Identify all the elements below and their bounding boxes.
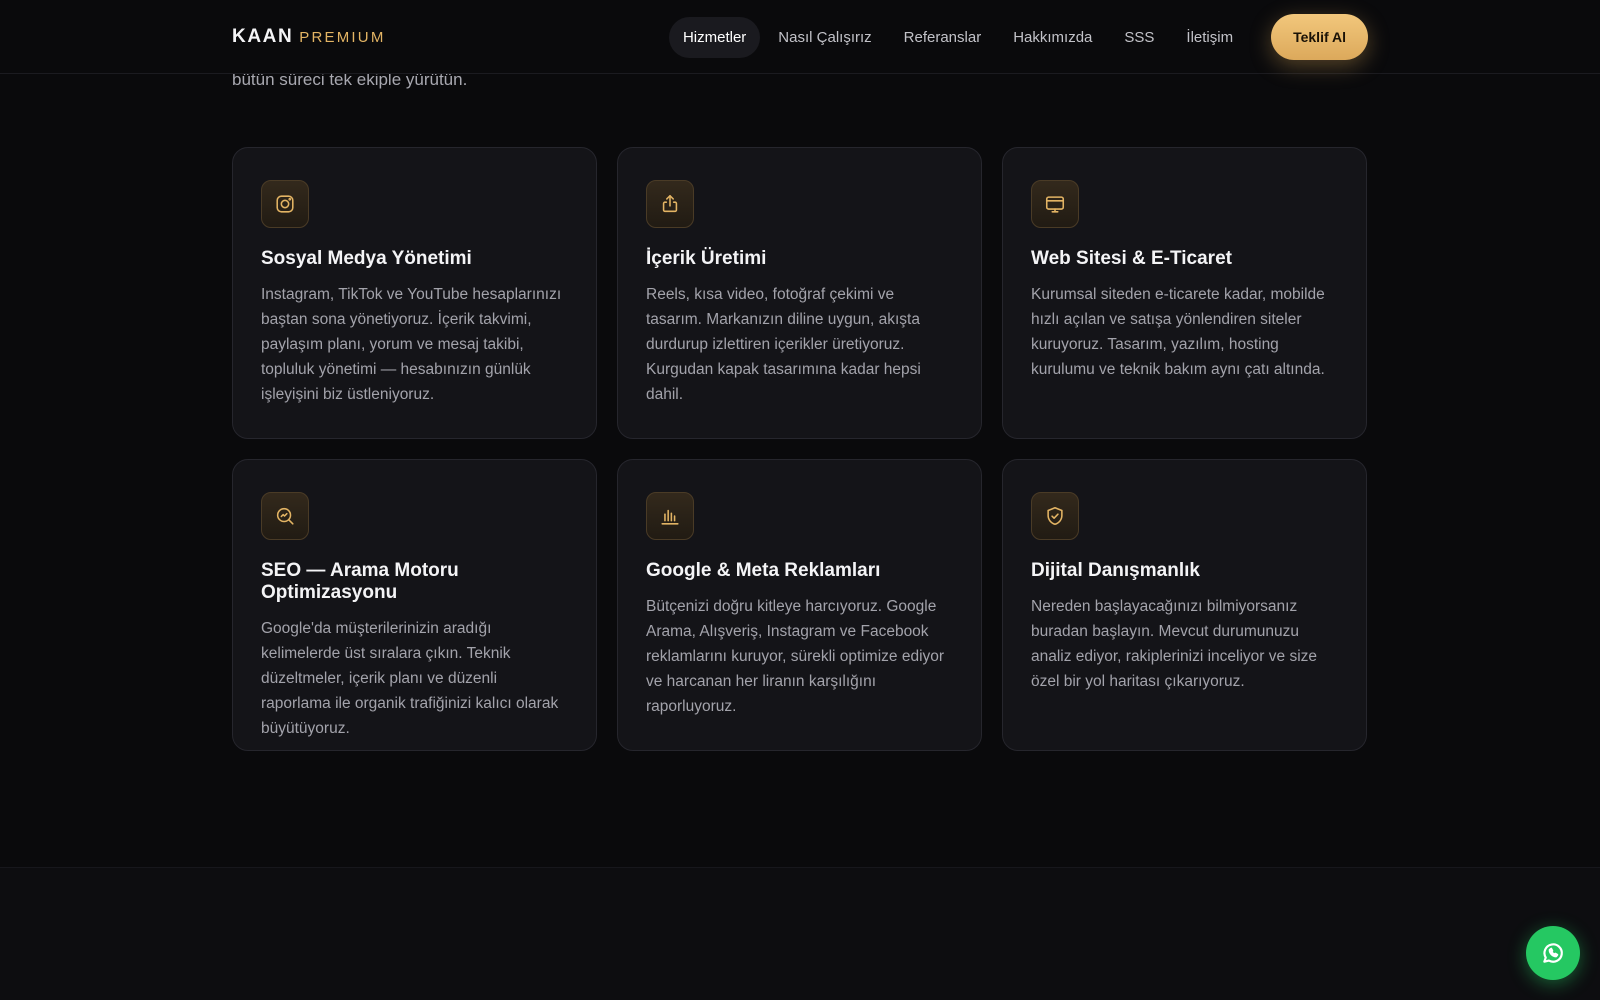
service-description: Nereden başlayacağınızı bilmiyorsanız bu…: [1031, 598, 1318, 690]
nav-item-sss[interactable]: SSS: [1110, 17, 1168, 58]
nav-item-hizmetler[interactable]: Hizmetler: [668, 16, 761, 58]
service-title: İçerik Üretimi: [646, 248, 767, 269]
shield-check-icon: [1031, 492, 1079, 540]
service-card: Sosyal Medya Yönetimi Instagram, TikTok …: [232, 147, 597, 439]
service-title: Dijital Danışmanlık: [1031, 560, 1200, 581]
service-title: Google & Meta Reklamları: [646, 560, 881, 581]
service-description: Google'da müşterilerinizin aradığı kelim…: [261, 620, 559, 737]
share-icon: [646, 180, 694, 228]
service-card: İçerik Üretimi Reels, kısa video, fotoğr…: [617, 147, 982, 439]
site-header: KAAN PREMIUM Hizmetler Nasıl Çalışırız R…: [0, 0, 1600, 74]
service-description: Bütçenizi doğru kitleye harcıyoruz. Goog…: [646, 598, 945, 715]
whatsapp-icon: [1543, 943, 1563, 963]
logo-main-text: KAAN: [232, 26, 294, 47]
service-description: Kurumsal siteden e-ticarete kadar, mobil…: [1031, 286, 1325, 378]
nav-item-referanslar[interactable]: Referanslar: [890, 17, 996, 58]
nav-item-iletisim[interactable]: İletişim: [1172, 17, 1247, 58]
whatsapp-button[interactable]: [1526, 926, 1580, 980]
service-card: Dijital Danışmanlık Nereden başlayacağın…: [1002, 459, 1367, 751]
service-card: SEO — Arama Motoru Optimizasyonu Google'…: [232, 459, 597, 751]
monitor-icon: [1031, 180, 1079, 228]
service-title: SEO — Arama Motoru Optimizasyonu: [261, 560, 459, 603]
service-description: Instagram, TikTok ve YouTube hesaplarını…: [261, 286, 562, 403]
services-grid: Sosyal Medya Yönetimi Instagram, TikTok …: [232, 147, 1368, 751]
service-description: Reels, kısa video, fotoğraf çekimi ve ta…: [646, 286, 921, 403]
search-icon: [261, 492, 309, 540]
service-title: Sosyal Medya Yönetimi: [261, 248, 472, 269]
nav-item-nasil-calisiriz[interactable]: Nasıl Çalışırız: [764, 17, 885, 58]
logo[interactable]: KAAN PREMIUM: [232, 26, 386, 48]
service-title: Web Sitesi & E-Ticaret: [1031, 248, 1232, 269]
next-section: [0, 868, 1600, 1000]
bar-chart-icon: [646, 492, 694, 540]
service-card: Google & Meta Reklamları Bütçenizi doğru…: [617, 459, 982, 751]
service-card: Web Sitesi & E-Ticaret Kurumsal siteden …: [1002, 147, 1367, 439]
get-quote-button[interactable]: Teklif Al: [1271, 14, 1368, 60]
nav-item-hakkimizda[interactable]: Hakkımızda: [999, 17, 1106, 58]
instagram-icon: [261, 180, 309, 228]
logo-accent-text: PREMIUM: [299, 29, 386, 46]
header-inner: KAAN PREMIUM Hizmetler Nasıl Çalışırız R…: [232, 0, 1368, 74]
main-nav: Hizmetler Nasıl Çalışırız Referanslar Ha…: [668, 14, 1368, 60]
